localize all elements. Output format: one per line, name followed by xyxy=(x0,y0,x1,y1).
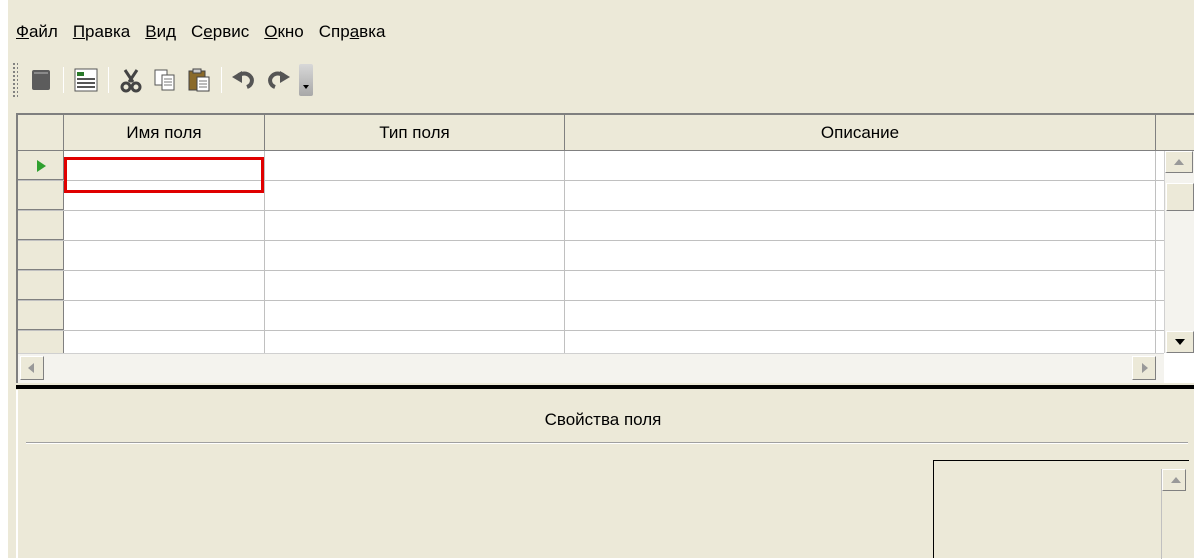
table-row xyxy=(18,301,1164,331)
field-grid: Имя поля Тип поля Описание xyxy=(16,113,1194,383)
vertical-scrollbar[interactable] xyxy=(1164,151,1194,353)
row-selector[interactable] xyxy=(18,301,64,330)
toolbar-separator xyxy=(221,67,222,93)
scroll-down-button[interactable] xyxy=(1166,331,1194,353)
description-cell[interactable] xyxy=(565,181,1156,210)
field-type-cell[interactable] xyxy=(265,151,565,180)
current-row-arrow-icon xyxy=(37,160,52,172)
column-header-field-type[interactable]: Тип поля xyxy=(265,115,565,151)
toolbar-separator xyxy=(108,67,109,93)
app-window: Файл Правка Вид Сервис Окно Справка Имя … xyxy=(8,0,1194,559)
field-type-cell[interactable] xyxy=(265,181,565,210)
copy-icon[interactable] xyxy=(150,65,180,95)
horizontal-scrollbar[interactable] xyxy=(18,353,1164,383)
toolbar-separator xyxy=(63,67,64,93)
menu-edit[interactable]: Правка xyxy=(65,20,137,44)
description-cell[interactable] xyxy=(565,331,1156,353)
scroll-up-button[interactable] xyxy=(1165,151,1193,173)
field-name-cell[interactable] xyxy=(64,211,265,240)
field-name-cell[interactable] xyxy=(64,301,265,330)
menu-window[interactable]: Окно xyxy=(256,20,311,44)
properties-title: Свойства поля xyxy=(544,410,662,429)
description-cell[interactable] xyxy=(565,271,1156,300)
table-row xyxy=(18,241,1164,271)
menu-file[interactable]: Файл xyxy=(8,20,65,44)
field-name-cell[interactable] xyxy=(64,271,265,300)
header-filler xyxy=(1156,115,1194,151)
properties-divider xyxy=(26,442,1188,444)
pane-splitter[interactable] xyxy=(16,385,1194,389)
table-row xyxy=(18,271,1164,301)
cut-icon[interactable] xyxy=(116,65,146,95)
row-selector[interactable] xyxy=(18,151,64,180)
toolbar-grip[interactable] xyxy=(12,62,18,98)
column-header-description[interactable]: Описание xyxy=(565,115,1156,151)
toolbar-overflow-button[interactable] xyxy=(299,64,313,96)
help-text-box xyxy=(933,460,1189,559)
menu-view[interactable]: Вид xyxy=(137,20,183,44)
table-row xyxy=(18,211,1164,241)
description-cell[interactable] xyxy=(565,301,1156,330)
properties-icon[interactable] xyxy=(71,65,101,95)
field-type-cell[interactable] xyxy=(265,241,565,270)
field-type-cell[interactable] xyxy=(265,211,565,240)
field-type-cell[interactable] xyxy=(265,271,565,300)
row-selector[interactable] xyxy=(18,181,64,210)
help-scroll-up-button[interactable] xyxy=(1162,469,1186,491)
redo-icon[interactable] xyxy=(263,65,293,95)
grid-header: Имя поля Тип поля Описание xyxy=(18,115,1194,151)
field-name-cell[interactable] xyxy=(64,331,265,353)
column-header-field-name[interactable]: Имя поля xyxy=(64,115,265,151)
description-cell[interactable] xyxy=(565,241,1156,270)
scroll-thumb[interactable] xyxy=(1166,183,1194,211)
field-name-cell[interactable] xyxy=(64,241,265,270)
menu-bar: Файл Правка Вид Сервис Окно Справка xyxy=(8,20,392,44)
description-cell[interactable] xyxy=(565,151,1156,180)
table-row xyxy=(18,331,1164,353)
row-selector[interactable] xyxy=(18,271,64,300)
scroll-right-button[interactable] xyxy=(1132,356,1156,380)
undo-icon[interactable] xyxy=(229,65,259,95)
help-scrollbar[interactable] xyxy=(1161,469,1187,559)
row-selector[interactable] xyxy=(18,241,64,270)
row-selector[interactable] xyxy=(18,331,64,353)
view-icon[interactable] xyxy=(26,65,56,95)
row-selector[interactable] xyxy=(18,211,64,240)
field-type-cell[interactable] xyxy=(265,301,565,330)
menu-tools[interactable]: Сервис xyxy=(183,20,256,44)
highlight-box xyxy=(64,157,264,193)
field-properties-pane: Свойства поля xyxy=(16,390,1194,559)
description-cell[interactable] xyxy=(565,211,1156,240)
scroll-left-button[interactable] xyxy=(20,356,44,380)
field-type-cell[interactable] xyxy=(265,331,565,353)
toolbar xyxy=(12,58,313,102)
menu-help[interactable]: Справка xyxy=(311,20,393,44)
header-selector[interactable] xyxy=(18,115,64,151)
paste-icon[interactable] xyxy=(184,65,214,95)
